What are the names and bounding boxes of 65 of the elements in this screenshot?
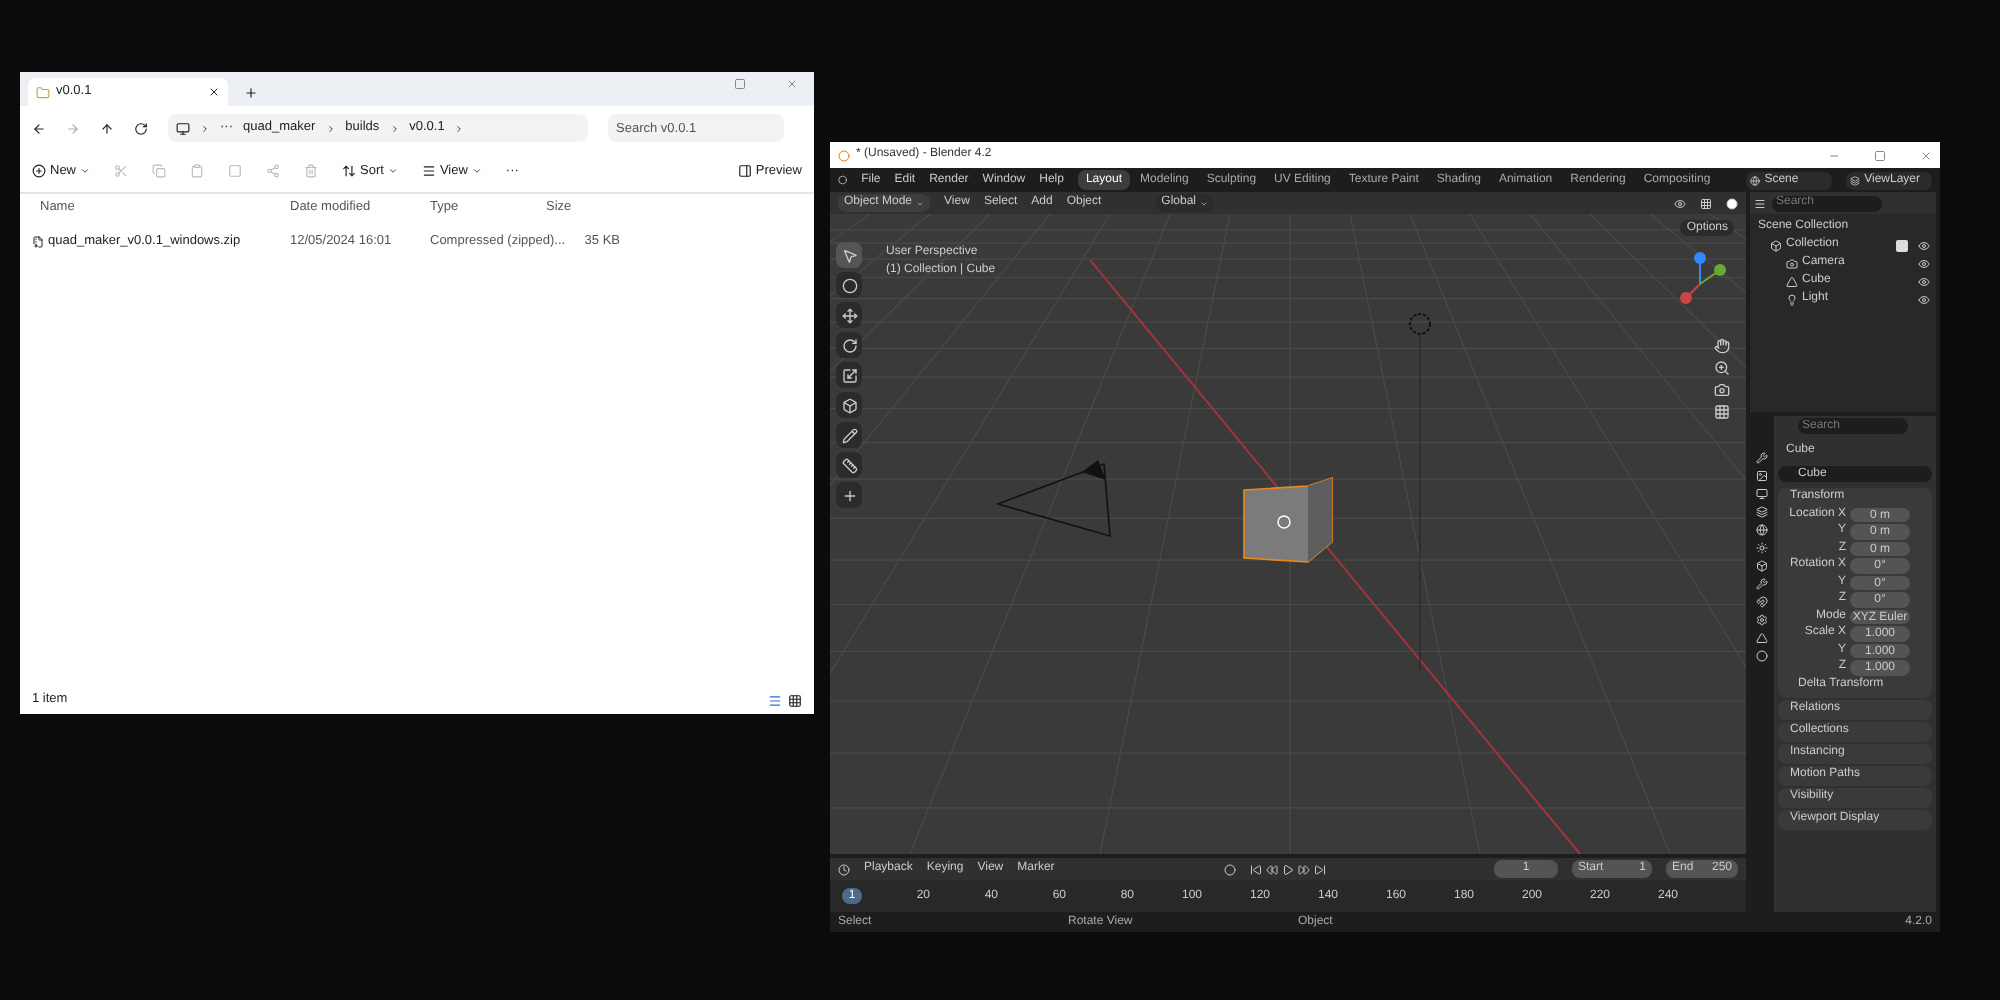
computer-icon xyxy=(176,121,190,135)
play-icon[interactable] xyxy=(1281,863,1294,875)
eye-icon[interactable] xyxy=(1918,257,1930,269)
camera-view-icon[interactable] xyxy=(1714,382,1730,398)
zip-file-icon xyxy=(32,236,44,248)
display-mode-icon[interactable] xyxy=(1754,197,1766,209)
collection-icon xyxy=(1770,239,1782,251)
perspective-icon[interactable] xyxy=(1714,404,1730,420)
render-icon[interactable] xyxy=(1756,470,1768,482)
new-tab-icon[interactable] xyxy=(244,86,258,100)
sort-icon xyxy=(342,164,357,178)
tiles-view-icon[interactable] xyxy=(788,693,802,707)
rotate-icon[interactable] xyxy=(836,332,862,358)
back-icon[interactable] xyxy=(32,121,46,135)
pan-icon[interactable] xyxy=(1714,338,1730,354)
scene-icon xyxy=(1750,175,1761,185)
view-layer-icon[interactable] xyxy=(1756,506,1768,518)
new-icon xyxy=(32,164,46,178)
tool-icon[interactable] xyxy=(1756,452,1768,464)
refresh-icon[interactable] xyxy=(134,121,148,135)
measure-icon[interactable] xyxy=(836,452,862,478)
mesh-icon xyxy=(1786,275,1798,287)
add-cube-icon[interactable] xyxy=(836,482,862,508)
next-keyframe-icon[interactable] xyxy=(1297,863,1310,875)
visibility-icon[interactable] xyxy=(1674,197,1686,209)
zoom-icon[interactable] xyxy=(1714,360,1730,376)
caret-icon xyxy=(471,166,482,176)
caret-icon xyxy=(80,166,91,176)
chevron-icon xyxy=(325,123,336,133)
chevron-icon xyxy=(389,123,400,133)
scale-icon[interactable] xyxy=(836,362,862,388)
up-icon[interactable] xyxy=(100,121,114,135)
close-window-icon[interactable] xyxy=(786,78,798,90)
preview-pane-icon xyxy=(737,164,752,178)
exclude-checkbox[interactable] xyxy=(1896,239,1908,251)
scene-icon[interactable] xyxy=(1756,524,1768,536)
maximize-icon[interactable] xyxy=(1874,149,1886,161)
shading-icon[interactable] xyxy=(1726,197,1738,209)
annotate-icon[interactable] xyxy=(836,422,862,448)
eye-icon[interactable] xyxy=(1918,275,1930,287)
light-icon xyxy=(1786,293,1798,305)
object-icon[interactable] xyxy=(1756,560,1768,572)
move-icon[interactable] xyxy=(836,302,862,328)
editor-type-icon[interactable] xyxy=(838,863,850,875)
cube-drawing xyxy=(1240,474,1336,566)
close-window-icon[interactable] xyxy=(1920,149,1932,161)
overlays-icon[interactable] xyxy=(1700,197,1712,209)
jump-start-icon[interactable] xyxy=(1249,863,1262,875)
folder-icon xyxy=(36,85,50,99)
camera-icon xyxy=(1786,257,1798,269)
chevron-icon xyxy=(200,123,210,133)
output-icon[interactable] xyxy=(1756,488,1768,500)
chevron-icon xyxy=(454,123,465,133)
close-tab-icon[interactable] xyxy=(208,86,220,98)
caret-icon xyxy=(387,166,398,176)
details-view-icon[interactable] xyxy=(768,693,782,707)
layers-icon xyxy=(1850,175,1861,185)
eye-icon[interactable] xyxy=(1918,239,1930,251)
previous-keyframe-icon[interactable] xyxy=(1265,863,1278,875)
eye-icon[interactable] xyxy=(1918,293,1930,305)
maximize-icon[interactable] xyxy=(734,78,746,90)
view-icon xyxy=(421,164,436,178)
select-box-icon[interactable] xyxy=(836,242,862,268)
jump-end-icon[interactable] xyxy=(1313,863,1326,875)
modifier-icon[interactable] xyxy=(1756,578,1768,590)
